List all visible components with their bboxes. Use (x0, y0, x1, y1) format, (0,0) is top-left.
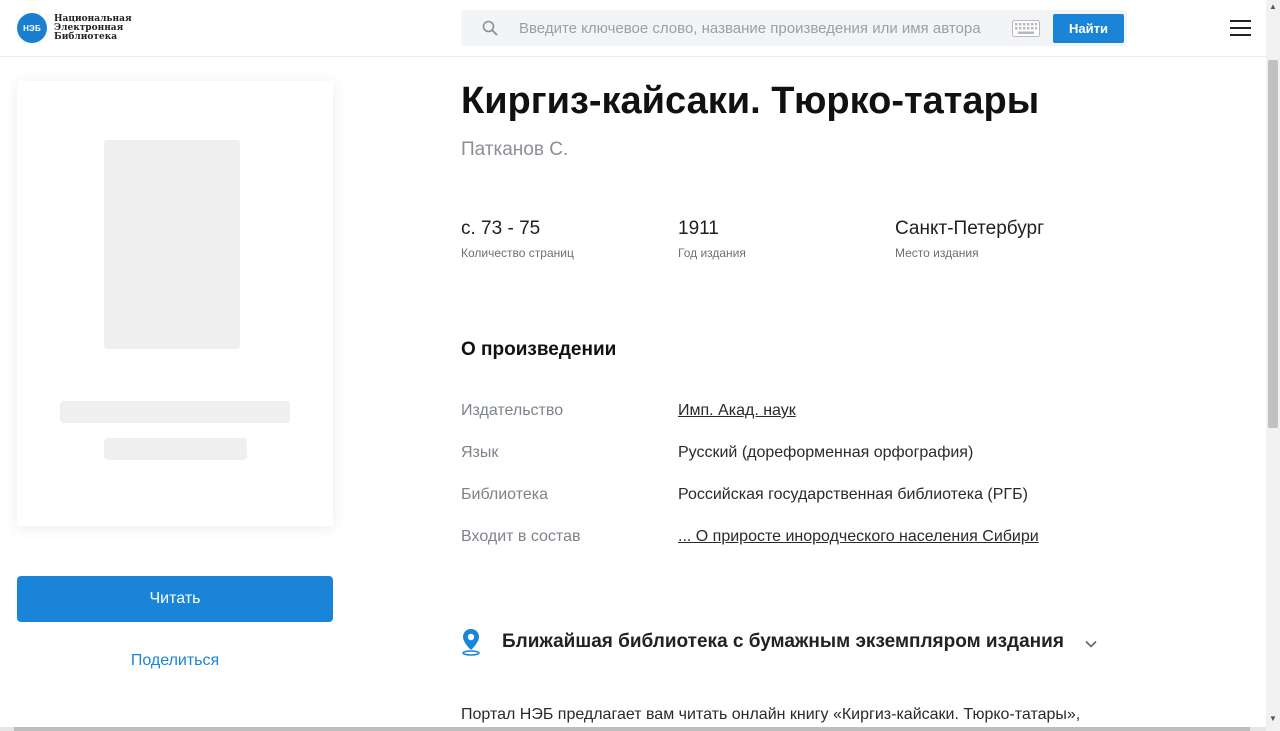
nearest-library-title: Ближайшая библиотека с бумажным экземпля… (502, 631, 1064, 652)
stat-year: 1911 Год издания (678, 218, 746, 260)
book-title: Киргиз-кайсаки. Тюрко-татары (461, 80, 1040, 122)
prop-label: Издательство (461, 402, 564, 419)
prop-value: Русский (дореформенная орфография) (678, 444, 974, 461)
scroll-down-icon[interactable]: ▼ (1269, 715, 1277, 723)
logo-badge: НЭБ (17, 13, 47, 43)
nearest-library-toggle[interactable]: Ближайшая библиотека с бумажным экземпля… (461, 628, 1098, 656)
stat-value: 1911 (678, 218, 719, 239)
search-input[interactable] (519, 16, 999, 40)
book-description: Портал НЭБ предлагает вам читать онлайн … (461, 706, 1081, 723)
stat-label: Количество страниц (461, 246, 574, 260)
prop-label: Входит в состав (461, 528, 581, 545)
top-header: НЭБ Национальная Электронная Библиотека … (0, 0, 1266, 57)
horizontal-scrollbar-thumb[interactable] (14, 727, 1250, 731)
neb-logo[interactable]: НЭБ Национальная Электронная Библиотека (17, 13, 132, 43)
book-author[interactable]: Патканов С. (461, 139, 568, 161)
collection-link[interactable]: ... О приросте инородческого населения С… (678, 528, 1039, 546)
share-link[interactable]: Поделиться (17, 652, 333, 670)
vertical-scrollbar[interactable]: ▲ ▼ (1266, 0, 1280, 731)
text-placeholder (60, 401, 290, 423)
horizontal-scrollbar[interactable] (0, 727, 1266, 731)
logo-text: Национальная Электронная Библиотека (54, 13, 132, 42)
chevron-down-icon (1085, 640, 1097, 648)
stat-value: Санкт-Петербург (895, 218, 1045, 239)
stat-value: с. 73 - 75 (461, 218, 541, 239)
keyboard-icon[interactable] (1012, 20, 1040, 37)
scroll-up-icon[interactable]: ▲ (1269, 3, 1277, 11)
book-cover-card (17, 81, 333, 526)
search-bar: Найти (461, 10, 1127, 46)
search-button[interactable]: Найти (1053, 14, 1124, 43)
scrollbar-thumb[interactable] (1268, 60, 1278, 428)
stat-label: Место издания (895, 246, 979, 260)
stat-place: Санкт-Петербург Место издания (895, 218, 1044, 260)
search-icon[interactable] (482, 20, 498, 36)
hamburger-menu-icon[interactable] (1230, 19, 1251, 37)
prop-label: Язык (461, 444, 499, 461)
prop-label: Библиотека (461, 486, 548, 503)
map-pin-icon (462, 629, 480, 656)
text-placeholder (104, 438, 247, 460)
cover-placeholder (104, 140, 240, 349)
stat-pages: с. 73 - 75 Количество страниц (461, 218, 574, 260)
about-section-title: О произведении (461, 339, 617, 360)
stat-label: Год издания (678, 246, 746, 260)
prop-value: Российская государственная библиотека (Р… (678, 486, 1028, 503)
read-button[interactable]: Читать (17, 576, 333, 622)
publisher-link[interactable]: Имп. Акад. наук (678, 402, 796, 420)
